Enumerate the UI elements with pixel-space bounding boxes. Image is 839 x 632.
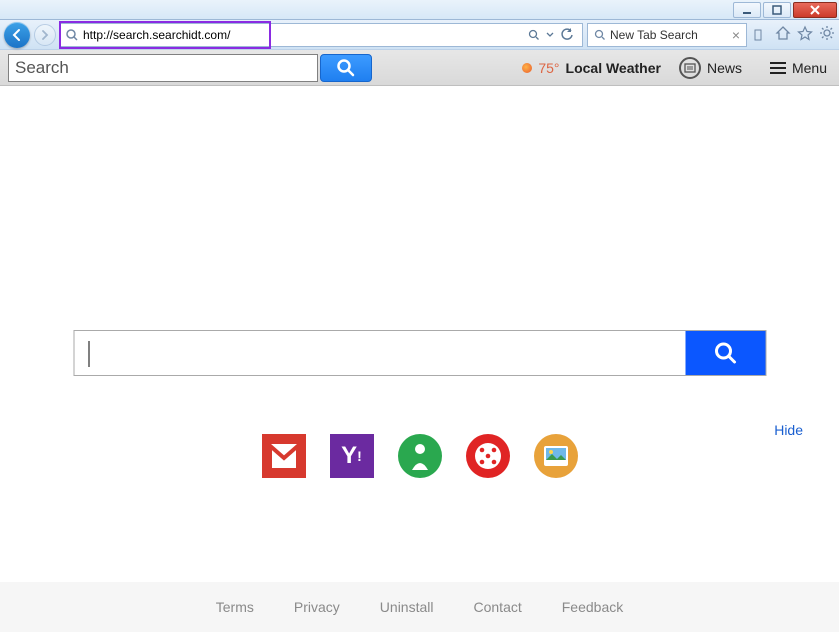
address-bar[interactable] [60,23,583,47]
news-icon [679,57,701,79]
games-icon[interactable] [398,434,442,478]
sun-icon [522,63,532,73]
toolbar-search-box[interactable]: Search [8,54,318,82]
footer-link-terms[interactable]: Terms [216,599,254,615]
menu-button[interactable]: Menu [770,60,827,76]
gear-icon[interactable] [819,25,835,44]
footer-link-uninstall[interactable]: Uninstall [380,599,434,615]
hide-link[interactable]: Hide [774,422,803,438]
weather-label: Local Weather [566,60,661,76]
images-icon[interactable] [534,434,578,478]
browser-tab[interactable]: New Tab Search × [587,23,747,47]
yahoo-icon[interactable]: Y! [330,434,374,478]
weather-temp: 75° [538,60,559,76]
extension-toolbar: Search 75° Local Weather News Menu [0,50,839,86]
address-bar-tools [524,28,578,42]
gmail-icon[interactable] [262,434,306,478]
text-cursor [88,341,89,367]
browser-tools [769,25,835,44]
page-content: Hide Y! Terms Privacy Uninstall Contact … [0,86,839,632]
minimize-button[interactable] [733,2,761,18]
footer-link-privacy[interactable]: Privacy [294,599,340,615]
address-bar-row: New Tab Search × [0,20,839,50]
tab-title: New Tab Search [610,28,728,42]
new-tab-button[interactable] [751,24,765,46]
footer-link-contact[interactable]: Contact [474,599,522,615]
search-icon [65,28,79,42]
toolbar-search-button[interactable] [320,54,372,82]
search-icon [594,29,606,41]
search-icon [336,58,356,78]
refresh-icon[interactable] [560,28,574,42]
search-icon [712,340,738,366]
back-button[interactable] [4,22,30,48]
footer-link-feedback[interactable]: Feedback [562,599,623,615]
menu-label: Menu [792,60,827,76]
toolbar-search-placeholder: Search [15,58,69,78]
hamburger-icon [770,62,786,74]
search-dropdown-icon[interactable] [528,29,540,41]
weather-widget[interactable]: 75° Local Weather [522,60,661,76]
favorites-icon[interactable] [797,25,813,44]
dice-icon[interactable] [466,434,510,478]
chevron-down-icon[interactable] [546,31,554,39]
home-icon[interactable] [775,25,791,44]
close-button[interactable] [793,2,837,18]
main-search-bar [73,330,766,376]
forward-button[interactable] [34,24,56,46]
close-tab-icon[interactable]: × [732,28,740,42]
main-search-input[interactable] [74,331,685,375]
quick-links-row: Y! [262,434,578,478]
footer: Terms Privacy Uninstall Contact Feedback [0,582,839,632]
news-widget[interactable]: News [679,57,742,79]
url-input[interactable] [79,28,524,42]
window-titlebar [0,0,839,20]
main-search-button[interactable] [685,331,765,375]
news-label: News [707,60,742,76]
maximize-button[interactable] [763,2,791,18]
